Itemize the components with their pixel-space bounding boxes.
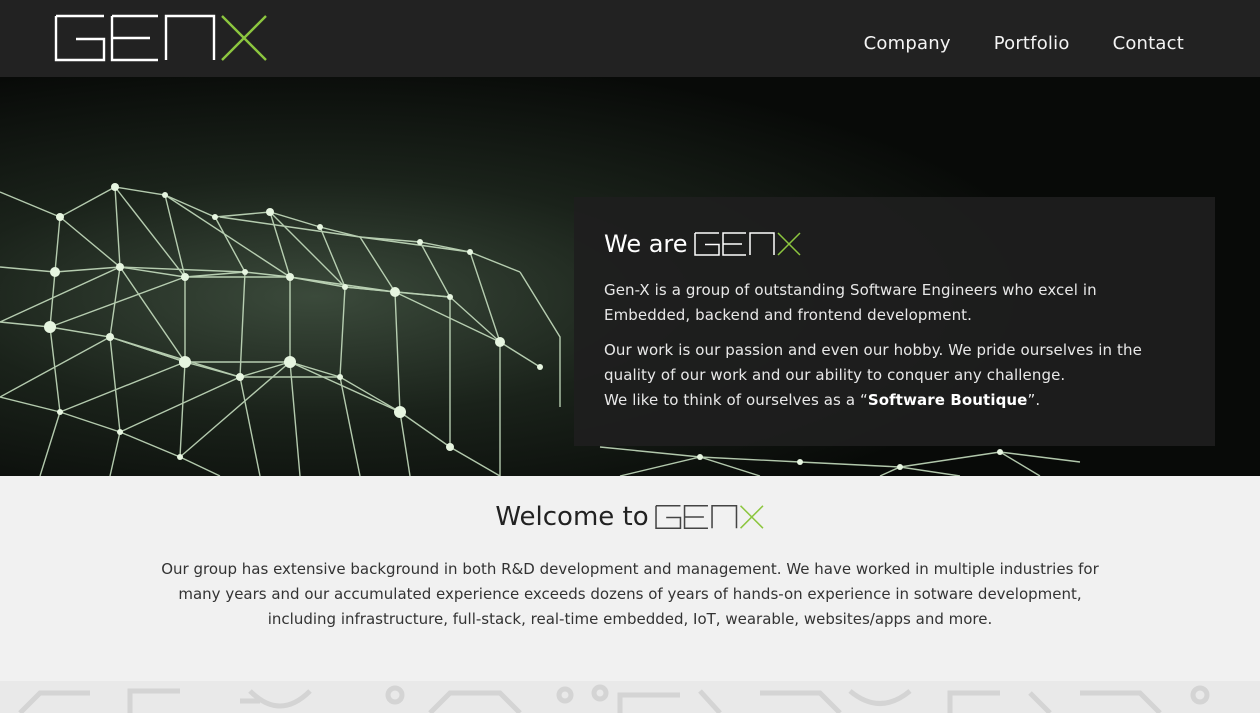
nav-contact-link[interactable]: Contact	[1113, 33, 1184, 54]
genx-logo-inline	[693, 232, 801, 256]
hero-passion-text: Our work is our passion and even our hob…	[604, 341, 1142, 384]
about-card: We are Gen-X is a group of outstanding S…	[574, 197, 1215, 446]
site-header: Company Portfolio Contact	[0, 0, 1260, 77]
welcome-title-text: Welcome to	[495, 502, 649, 532]
nav-company-link[interactable]: Company	[864, 33, 951, 54]
software-boutique-highlight: Software Boutique	[867, 391, 1028, 409]
main-nav: Company Portfolio Contact	[864, 33, 1184, 54]
genx-logo-welcome	[654, 505, 764, 529]
hero-section: We are Gen-X is a group of outstanding S…	[0, 77, 1260, 476]
hero-paragraph-intro: Gen-X is a group of outstanding Software…	[604, 281, 1097, 324]
hero-title: We are	[604, 227, 1185, 261]
welcome-section: Welcome to Our group has extensive backg…	[0, 476, 1260, 681]
welcome-title: Welcome to	[0, 502, 1260, 532]
circuit-pattern	[0, 681, 1260, 713]
nav-portfolio-link[interactable]: Portfolio	[994, 33, 1070, 54]
hero-boutique-suffix: ”.	[1027, 391, 1041, 409]
welcome-description: Our group has extensive background in bo…	[161, 560, 1099, 628]
hero-title-text: We are	[604, 230, 688, 258]
hero-boutique-prefix: We like to think of ourselves as a “	[604, 391, 868, 409]
hero-paragraph-passion: Our work is our passion and even our hob…	[604, 338, 1185, 413]
genx-logo[interactable]	[54, 14, 270, 62]
